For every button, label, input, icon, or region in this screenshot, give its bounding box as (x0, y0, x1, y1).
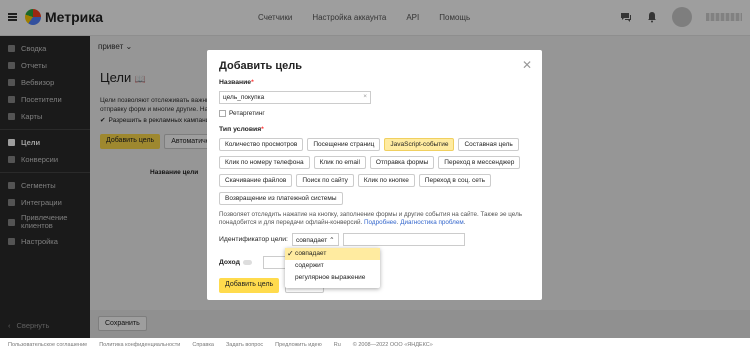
option-regex[interactable]: регулярное выражение (285, 272, 380, 284)
close-icon[interactable]: ✕ (522, 58, 532, 72)
condition-type-label: Тип условия* (219, 126, 264, 133)
condition-type-chips: Количество просмотров Посещение страниц … (219, 138, 529, 205)
match-type-select[interactable]: совпадает ⌃ (291, 233, 339, 246)
diagnostics-link[interactable]: Диагностика проблем (400, 219, 464, 226)
more-link[interactable]: Подробнее (364, 219, 397, 226)
income-toggle[interactable] (242, 260, 252, 265)
chip-email-click[interactable]: Клик по email (313, 156, 366, 169)
option-matches[interactable]: ✓ совпадает (285, 248, 380, 260)
footer-link-ask[interactable]: Задать вопрос (226, 342, 263, 348)
income-label: Доход (219, 259, 240, 266)
goal-id-input[interactable] (342, 233, 465, 246)
option-contains[interactable]: содержит (285, 260, 380, 272)
name-label-text: Название (219, 79, 252, 86)
match-type-dropdown: ✓ совпадает содержит регулярное выражение (285, 248, 380, 288)
footer: Пользовательское соглашение Политика кон… (0, 338, 750, 352)
chip-javascript-event[interactable]: JavaScript-событие (384, 138, 455, 151)
condition-type-label-text: Тип условия (219, 126, 262, 133)
match-type-value: совпадает (295, 237, 328, 244)
chip-messenger[interactable]: Переход в мессенджер (438, 156, 521, 169)
modal-title: Добавить цель (219, 60, 302, 72)
footer-copyright: © 2008—2022 ООО «ЯНДЕКС» (352, 342, 433, 348)
checkbox-box[interactable] (219, 110, 226, 117)
chip-payment-return[interactable]: Возвращение из платежной системы (219, 192, 343, 205)
retargeting-label: Ретаргетинг (229, 110, 265, 117)
condition-description: Позволяет отследить нажатие на кнопку, з… (219, 211, 523, 226)
option-label: содержит (295, 262, 324, 269)
chevron-up-icon: ⌃ (329, 237, 335, 244)
checkmark-icon: ✓ (287, 249, 294, 258)
chip-composite-goal[interactable]: Составная цель (458, 138, 519, 151)
chip-button-click[interactable]: Клик по кнопке (357, 174, 415, 187)
chip-social-network[interactable]: Переход в соц. сеть (418, 174, 491, 187)
footer-link-idea[interactable]: Предложить идею (275, 342, 322, 348)
footer-link-terms[interactable]: Пользовательское соглашение (8, 342, 87, 348)
income-row: Доход (219, 256, 293, 269)
retargeting-checkbox[interactable]: Ретаргетинг (219, 110, 265, 117)
chip-form-submit[interactable]: Отправка формы (369, 156, 435, 169)
goal-name-value: цель_покупка (223, 94, 265, 101)
name-label: Название* (219, 79, 254, 86)
chip-phone-click[interactable]: Клик по номеру телефона (219, 156, 310, 169)
goal-id-label: Идентификатор цели: (219, 236, 288, 243)
goal-name-input[interactable]: цель_покупка × (219, 91, 371, 104)
footer-link-privacy[interactable]: Политика конфиденциальности (99, 342, 180, 348)
modal-add-goal-button[interactable]: Добавить цель (219, 278, 280, 293)
option-label: совпадает (295, 250, 327, 257)
footer-link-help[interactable]: Справка (192, 342, 214, 348)
clear-icon[interactable]: × (363, 93, 367, 100)
option-label: регулярное выражение (295, 274, 366, 281)
chip-site-search[interactable]: Поиск по сайту (296, 174, 354, 187)
goal-id-row: Идентификатор цели: совпадает ⌃ (219, 233, 465, 246)
chip-page-visits[interactable]: Посещение страниц (307, 138, 381, 151)
chip-page-views[interactable]: Количество просмотров (219, 138, 304, 151)
footer-lang[interactable]: Ru (334, 342, 341, 348)
chip-file-download[interactable]: Скачивание файлов (219, 174, 293, 187)
